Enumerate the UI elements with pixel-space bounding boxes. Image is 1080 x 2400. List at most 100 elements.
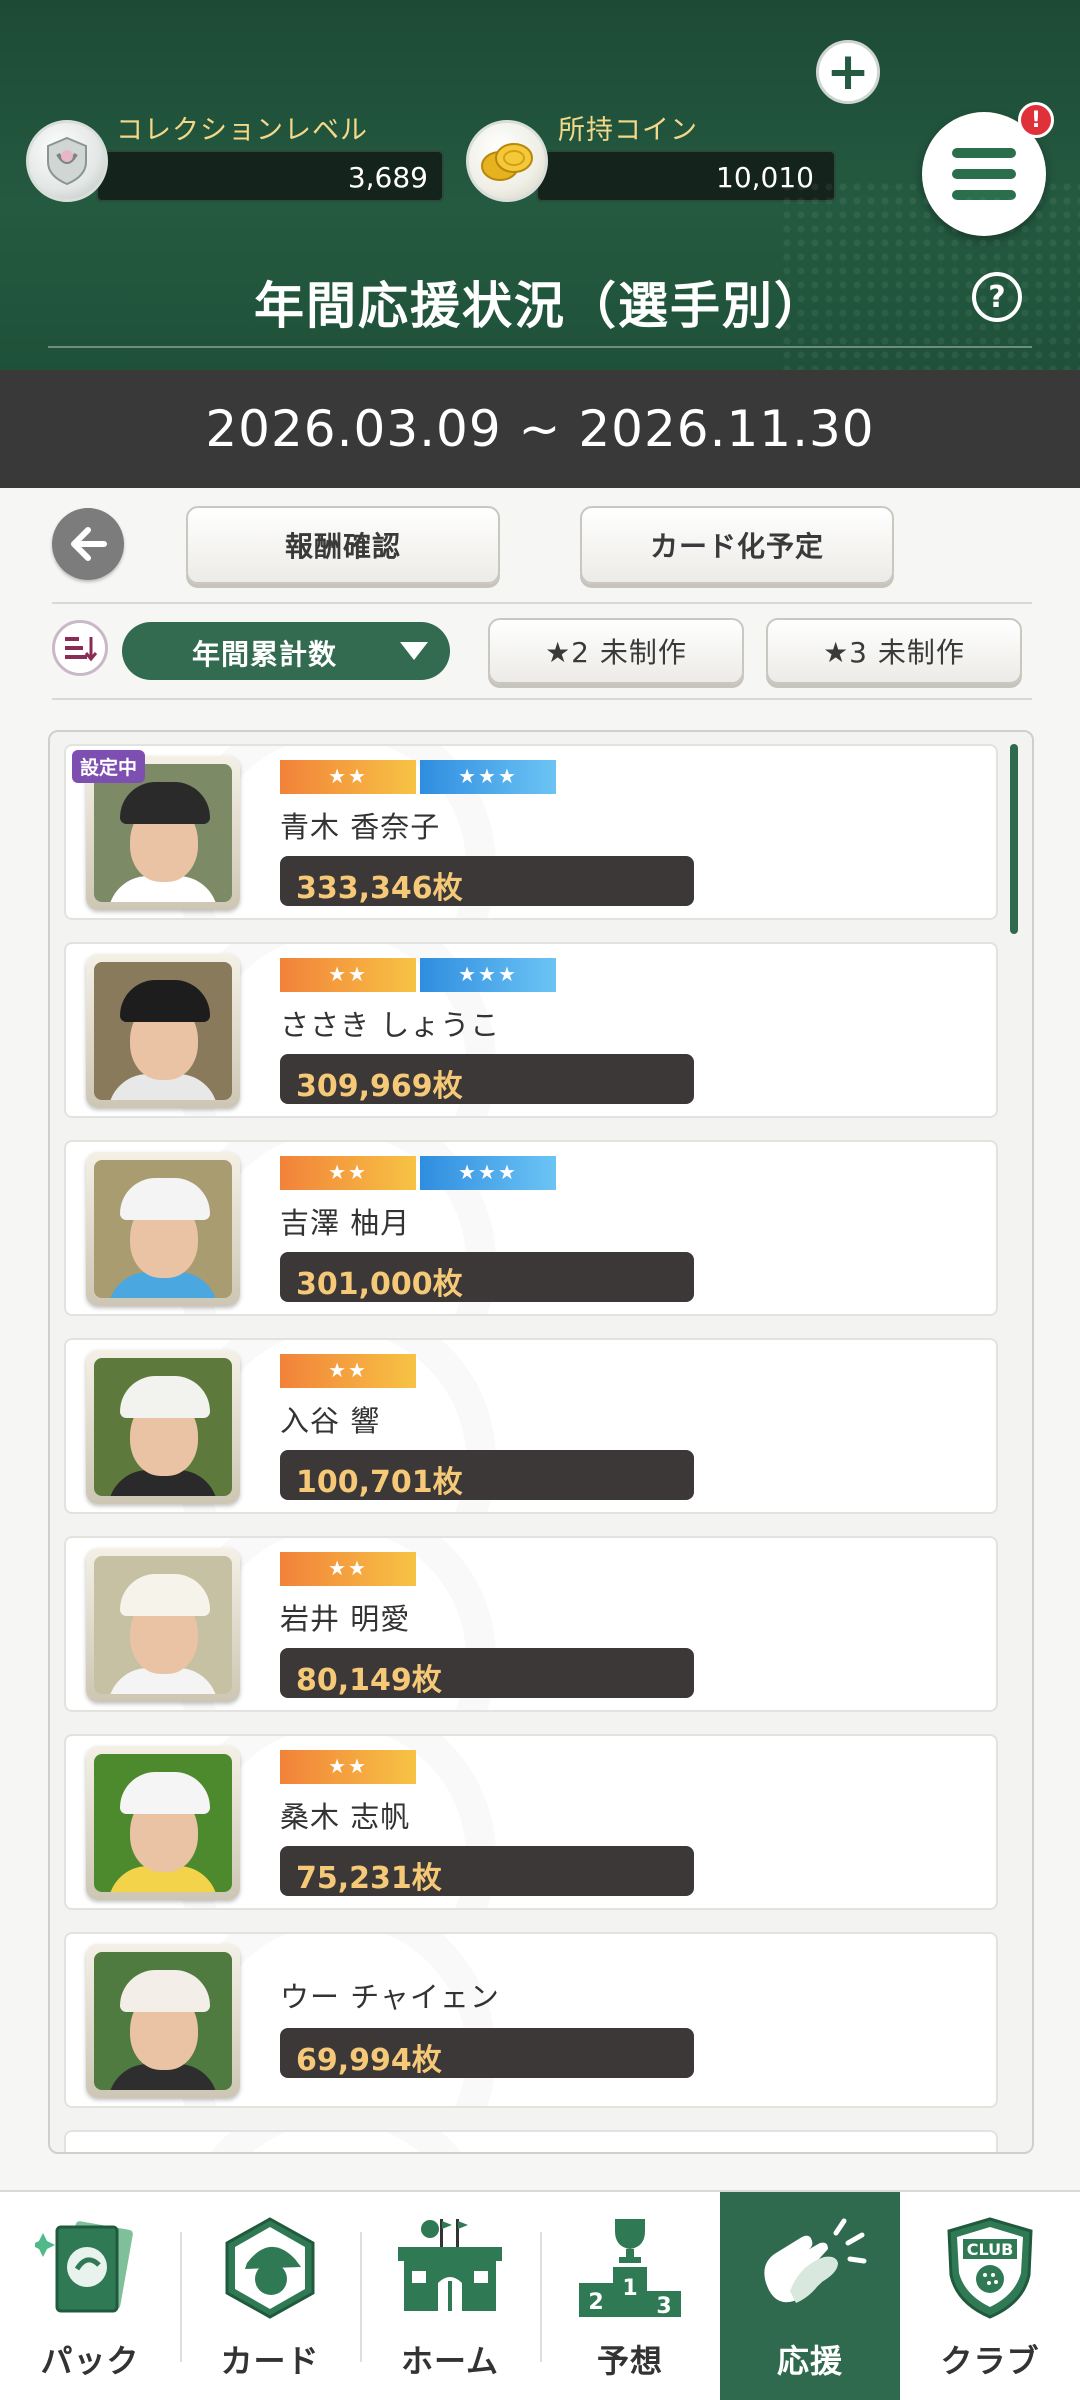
player-name: 青木 香奈子 (280, 810, 441, 844)
collection-level-value: 3,689 (96, 150, 444, 202)
support-count: 333,346枚 (280, 856, 694, 906)
filter-star2-unmade-button[interactable]: ★2 未制作 (488, 618, 744, 684)
portrait-cap (120, 980, 210, 1022)
svg-text:1: 1 (622, 2276, 637, 2301)
reward-check-button[interactable]: 報酬確認 (186, 506, 500, 584)
player-name: 桑木 志帆 (280, 1800, 411, 1834)
player-card[interactable]: ★★ ★★★ ささき しょうこ 309,969枚 (64, 942, 998, 1118)
title-divider (48, 346, 1032, 348)
coin-balance: 所持コイン 10,010 (466, 104, 886, 202)
home-icon (385, 2206, 515, 2330)
player-portrait (94, 962, 232, 1100)
clap-icon (745, 2206, 875, 2330)
nav-label: クラブ (940, 2342, 1040, 2380)
rarity-badge: ★★ (280, 1750, 416, 1784)
support-count: 100,701枚 (280, 1450, 694, 1500)
hamburger-icon-bar (952, 169, 1016, 179)
rarity-badge: ★★ (280, 1156, 416, 1190)
nav-label: カード (220, 2342, 320, 2380)
scrollbar[interactable] (1010, 744, 1018, 934)
player-card[interactable]: ★★ 桑木 志帆 75,231枚 (64, 1734, 998, 1910)
chevron-down-icon (400, 642, 428, 660)
rarity-badge: ★★ (280, 760, 416, 794)
sort-dropdown-value: 年間累計数 (192, 638, 338, 671)
support-count: 75,231枚 (280, 1846, 694, 1896)
divider (52, 698, 1032, 700)
rarity-badges: ★★ (280, 1354, 416, 1388)
active-setting-badge: 設定中 (72, 750, 146, 783)
player-portrait-frame (86, 1548, 240, 1702)
player-card[interactable]: 設定中 ★★ ★★★ 青木 香奈子 333,346枚 (64, 744, 998, 920)
support-count: 301,000枚 (280, 1252, 694, 1302)
header: コレクションレベル 3,689 所持コイン 10,010 + ! 年間応援状況（… (0, 0, 1080, 370)
plus-icon: + (826, 42, 870, 102)
player-card[interactable] (64, 2130, 998, 2152)
rarity-badges: ★★ ★★★ (280, 958, 556, 992)
portrait-cap (120, 1574, 210, 1616)
sort-order-button[interactable] (52, 620, 108, 676)
player-name: 入谷 響 (280, 1404, 381, 1438)
collection-level[interactable]: コレクションレベル 3,689 (26, 104, 444, 202)
podium-icon: 1 2 3 (565, 2206, 695, 2330)
support-count: 69,994枚 (280, 2028, 694, 2078)
sort-dropdown[interactable]: 年間累計数 (122, 622, 450, 680)
nav-item-pack[interactable]: パック (0, 2192, 180, 2400)
player-portrait (94, 1754, 232, 1892)
nav-label: 予想 (596, 2342, 663, 2380)
nav-item-card[interactable]: カード (180, 2192, 360, 2400)
help-button[interactable]: ? (972, 272, 1022, 322)
filter-star3-unmade-button[interactable]: ★3 未制作 (766, 618, 1022, 684)
rarity-badge: ★★ (280, 958, 416, 992)
coins-value: 10,010 (536, 150, 836, 202)
svg-text:CLUB: CLUB (967, 2240, 1014, 2259)
rarity-badges: ★★ ★★★ (280, 760, 556, 794)
divider (52, 602, 1032, 604)
nav-item-club[interactable]: CLUB クラブ (900, 2192, 1080, 2400)
player-name: ウー チャイェン (280, 1980, 500, 2014)
bottom-nav: パック カード ホーム 1 2 3 予想 応援 CLUB クラブ (0, 2190, 1080, 2400)
svg-text:3: 3 (656, 2294, 671, 2319)
rarity-badge: ★★★ (420, 1156, 556, 1190)
card-icon (205, 2206, 335, 2330)
support-count: 80,149枚 (280, 1648, 694, 1698)
player-portrait-frame (86, 1350, 240, 1504)
player-card[interactable]: ★★ 入谷 響 100,701枚 (64, 1338, 998, 1514)
hamburger-icon-bar (952, 148, 1016, 158)
nav-label: 応援 (776, 2342, 843, 2380)
date-range: 2026.03.09 ~ 2026.11.30 (0, 370, 1080, 488)
card-plan-button[interactable]: カード化予定 (580, 506, 894, 584)
player-portrait-frame (86, 1944, 240, 2098)
portrait-cap (120, 1970, 210, 2012)
portrait-cap (120, 1178, 210, 1220)
coins-label: 所持コイン (558, 115, 698, 146)
portrait-cap (120, 1772, 210, 1814)
nav-item-predict[interactable]: 1 2 3 予想 (540, 2192, 720, 2400)
trophy-shield-icon (26, 120, 108, 202)
player-portrait (94, 1556, 232, 1694)
player-card[interactable]: ウー チャイェン 69,994枚 (64, 1932, 998, 2108)
rarity-badge: ★★ (280, 1354, 416, 1388)
player-portrait (94, 1160, 232, 1298)
pack-icon (25, 2206, 155, 2330)
rarity-badges: ★★ ★★★ (280, 1156, 556, 1190)
notification-badge: ! (1018, 102, 1054, 138)
player-list[interactable]: 設定中 ★★ ★★★ 青木 香奈子 333,346枚 ★★ ★★★ ささき しょうこ 309,9… (48, 730, 1034, 2154)
arrow-left-icon (71, 527, 107, 561)
add-coins-button[interactable]: + (816, 40, 880, 104)
collection-level-label: コレクションレベル (116, 115, 368, 146)
player-portrait (94, 1952, 232, 2090)
support-count: 309,969枚 (280, 1054, 694, 1104)
player-card[interactable]: ★★ ★★★ 吉澤 柚月 301,000枚 (64, 1140, 998, 1316)
portrait-cap (120, 1376, 210, 1418)
player-card[interactable]: ★★ 岩井 明愛 80,149枚 (64, 1536, 998, 1712)
back-button[interactable] (52, 508, 124, 580)
coin-icon (466, 120, 548, 202)
rarity-badges: ★★ (280, 1750, 416, 1784)
player-portrait-frame (86, 954, 240, 1108)
player-name: ささき しょうこ (280, 1008, 501, 1042)
page-title: 年間応援状況（選手別） (254, 277, 826, 335)
player-portrait (94, 764, 232, 902)
rarity-badge: ★★ (280, 1552, 416, 1586)
nav-item-cheer[interactable]: 応援 (720, 2192, 900, 2400)
nav-item-home[interactable]: ホーム (360, 2192, 540, 2400)
